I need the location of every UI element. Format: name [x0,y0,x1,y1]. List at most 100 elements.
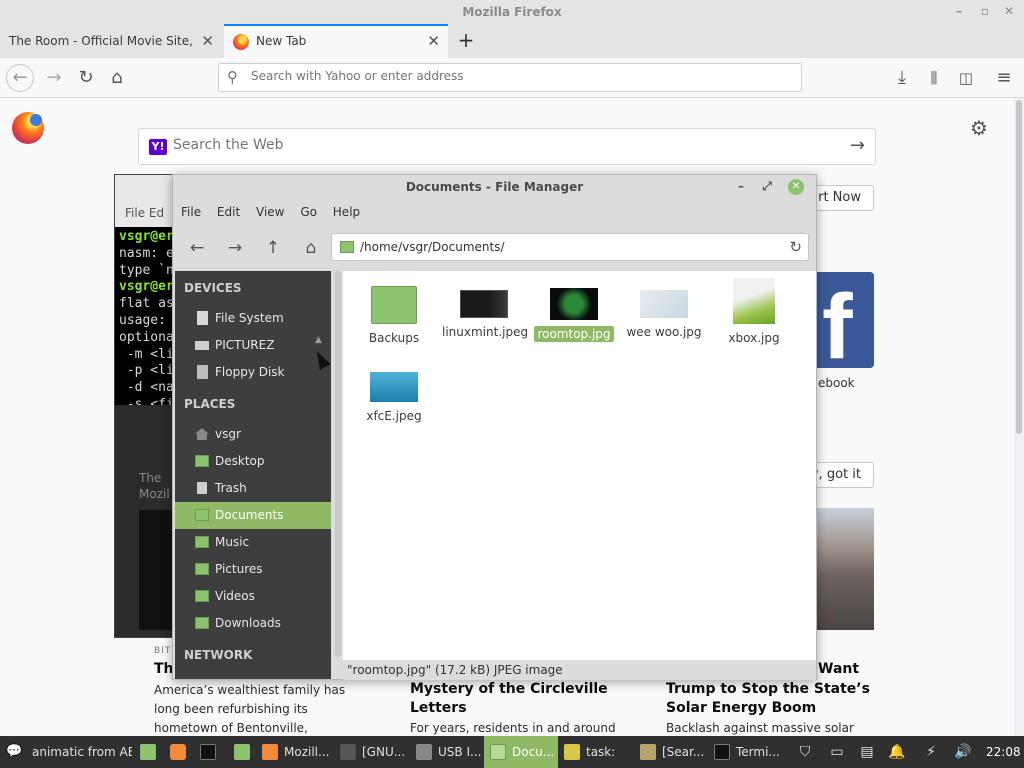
terminal-window[interactable]: File Ed vsgr@er nasm: e type `n vsgr@er flat… [114,174,174,638]
task-usb[interactable]: USB I... [410,736,484,768]
story-title[interactable]: Mystery of the Circleville [410,680,608,699]
tab-bar: The Room - Official Movie Site, Vi ✕ New… [0,24,1024,58]
folder-icon [234,744,250,760]
file-item-wee-woo[interactable]: wee woo.jpg [619,282,709,340]
tab-new-tab[interactable]: New Tab ✕ [224,24,448,58]
menu-icon[interactable]: ≡ [990,64,1018,92]
back-button[interactable]: ← [6,64,34,92]
close-icon[interactable]: ✕ [788,179,804,195]
terminal-menu[interactable]: File Ed [115,199,173,227]
page-scrollbar[interactable] [1016,100,1022,434]
launcher-terminal[interactable] [194,736,222,768]
new-tab-button[interactable]: + [456,24,476,58]
launcher-firefox[interactable] [164,736,192,768]
sidebar-item-trash[interactable]: Trash [175,475,331,502]
sidebar-item-documents[interactable]: Documents [175,502,331,529]
sidebar-item-music[interactable]: Music [175,529,331,556]
home-button[interactable]: ⌂ [103,64,131,92]
menu-help[interactable]: Help [333,205,360,219]
terminal-line: -d <na [119,380,174,396]
clock[interactable]: 22:08 [986,736,1021,768]
menu-view[interactable]: View [256,205,284,219]
image-thumbnail [733,278,775,324]
display-icon[interactable]: ▭ [826,736,848,768]
sidebar-item-pictures[interactable]: Pictures [175,556,331,583]
web-search-box[interactable]: Y! → [138,128,876,165]
sidebar-item-picturez[interactable]: PICTUREZ [175,332,331,359]
web-search-input[interactable] [173,137,823,153]
file-item-xbox[interactable]: xbox.jpg [709,278,799,346]
file-item-linuxmint[interactable]: linuxmint.jpeg [439,282,529,340]
maximize-icon[interactable]: ▫ [978,4,992,18]
library-icon[interactable]: ⫼ [920,64,948,92]
task-task[interactable]: task: [558,736,634,768]
home-icon [195,428,209,440]
sidebar-item-file-system[interactable]: File System [175,305,331,332]
up-button[interactable]: ↑ [261,236,285,260]
file-manager-titlebar[interactable]: Documents - File Manager – ⤢ ✕ [173,175,816,201]
arrow-right-icon[interactable]: → [850,135,865,156]
sidebar-item-vsgr[interactable]: vsgr [175,421,331,448]
url-input[interactable] [251,69,791,83]
task-mozilla[interactable]: Mozill... [256,736,334,768]
tab-the-room[interactable]: The Room - Official Movie Site, Vi ✕ [0,24,222,58]
clipboard-icon[interactable]: ▤ [856,736,878,768]
file-manager-window[interactable]: Documents - File Manager – ⤢ ✕ File Edit… [172,174,817,680]
close-icon[interactable]: ✕ [1002,4,1016,18]
sidebar-item-floppy-disk[interactable]: Floppy Disk [175,359,331,386]
story-title[interactable]: Want [818,660,859,679]
sidebar-icon[interactable]: ◫ [952,64,980,92]
forward-button[interactable]: → [223,236,247,260]
minimize-icon[interactable]: – [952,4,966,18]
menu-file[interactable]: File [181,205,201,219]
background-image [139,510,173,630]
firefox-logo-icon [12,112,44,144]
power-icon[interactable]: ⚡ [920,736,942,768]
story-title[interactable]: Solar Energy Boom [666,699,816,718]
facebook-tile[interactable]: f [816,272,874,368]
menu-edit[interactable]: Edit [217,205,240,219]
task-search[interactable]: [Sear... [634,736,708,768]
terminal-titlebar[interactable] [115,175,173,199]
task-terminal[interactable]: Termi... [708,736,784,768]
reload-button[interactable]: ↻ [72,64,100,92]
facebook-tile-label[interactable]: ebook [818,376,855,390]
file-item-roomtop[interactable]: roomtop.jpg [529,282,619,342]
sidebar-scrollbar[interactable] [335,271,341,657]
location-bar[interactable]: /home/vsgr/Documents/ ↻ [331,233,809,261]
forward-button[interactable]: → [40,64,68,92]
terminal-line: vsgr@er [119,229,174,244]
maximize-icon[interactable]: ⤢ [759,179,775,195]
file-item-xfce[interactable]: xfcE.jpeg [349,368,439,424]
nav-toolbar: ← → ↻ ⌂ ⚲ ⤓ ⫼ ◫ ≡ [0,58,1024,98]
sidebar-item-desktop[interactable]: Desktop [175,448,331,475]
image-thumbnail [370,372,418,402]
file-item-backups[interactable]: Backups [349,282,439,346]
reload-icon[interactable]: ↻ [789,234,802,260]
sidebar-item-downloads[interactable]: Downloads [175,610,331,637]
minimize-icon[interactable]: – [733,179,749,195]
task-animatic[interactable]: 💬 animatic from AB [0,736,132,768]
story-title[interactable]: Trump to Stop the State’s [666,680,870,699]
story-title[interactable]: Letters [410,699,467,718]
downloads-icon[interactable]: ⤓ [888,64,916,92]
app-icon [340,744,356,760]
task-gnu[interactable]: [GNU... [334,736,410,768]
home-button[interactable]: ⌂ [299,236,323,260]
menu-go[interactable]: Go [300,205,317,219]
volume-icon[interactable]: 🔊 [952,736,974,768]
back-button[interactable]: ← [185,236,209,260]
task-documents[interactable]: Docu... [484,736,558,768]
close-tab-icon[interactable]: ✕ [427,26,440,56]
sidebar-item-videos[interactable]: Videos [175,583,331,610]
usb-icon [416,744,432,760]
notification-bell-icon[interactable]: 🔔 [886,736,908,768]
story-title[interactable]: Th [154,660,174,679]
launcher-files[interactable] [134,736,162,768]
address-bar[interactable]: ⚲ [218,63,802,92]
shield-icon[interactable]: ⛉ [794,736,816,768]
launcher-folder[interactable] [228,736,256,768]
gear-icon[interactable]: ⚙ [970,116,988,140]
story-image[interactable] [816,508,874,630]
close-tab-icon[interactable]: ✕ [197,24,214,58]
